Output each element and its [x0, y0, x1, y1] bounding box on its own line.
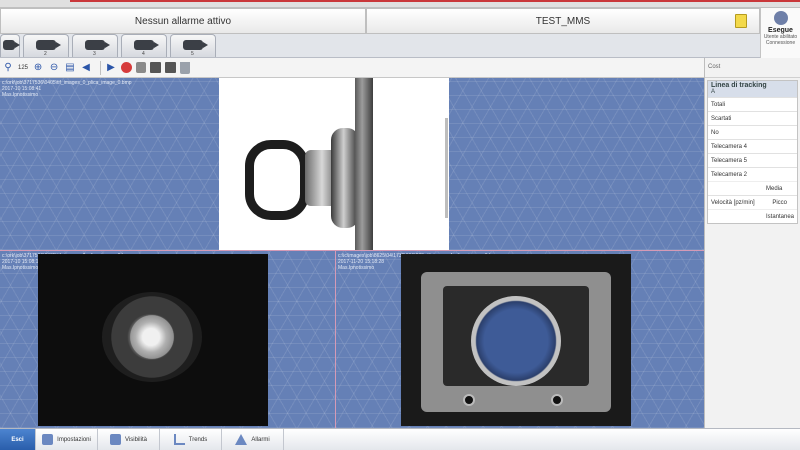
tab-camera-3[interactable]: 3	[72, 34, 118, 57]
camera-icon	[3, 40, 20, 50]
title-accent-line	[70, 0, 800, 2]
panel-header: Cost	[705, 58, 800, 78]
camera-icon	[36, 40, 61, 50]
speed-row: Istantanea	[708, 209, 797, 223]
stat-label: Scartati	[711, 116, 732, 122]
stat-row: No	[708, 125, 797, 139]
warning-icon	[235, 434, 248, 445]
tab-number: 2	[44, 51, 47, 57]
image-info: c:\ork\job\3717536\0405\tif_images_0_pli…	[2, 80, 132, 98]
stat-row: Telecamera 2	[708, 167, 797, 181]
toolbar-separator	[100, 60, 102, 75]
visibility-icon	[110, 434, 122, 445]
speed-label-row: Velocità [pz/min] Picco	[708, 195, 797, 209]
visibility-button[interactable]: Visibilità	[98, 429, 160, 450]
visibility-label: Visibilità	[125, 436, 147, 443]
exit-label: Esci	[11, 436, 24, 443]
camera-tabs: 2 3 4 5	[0, 34, 760, 58]
stat-row: Telecamera 4	[708, 139, 797, 153]
alarm-status: Nessun allarme attivo	[0, 8, 366, 34]
stat-label: No	[711, 130, 719, 136]
stat-label: Totali	[711, 102, 726, 108]
stat-row: Totali	[708, 97, 797, 111]
camera-icon	[134, 40, 159, 50]
tab-camera-5[interactable]: 5	[170, 34, 216, 57]
stop-icon[interactable]	[121, 62, 133, 73]
user-panel[interactable]: Esegue Utente abilitato Connessione	[760, 8, 800, 58]
tab-number: 5	[191, 51, 194, 57]
camera-icon	[183, 40, 208, 50]
stat-row: Scartati	[708, 111, 797, 125]
lens-shape	[471, 296, 561, 386]
tab-camera-2[interactable]: 2	[23, 34, 69, 57]
card-subtitle: A	[711, 89, 716, 95]
speed-row: Media	[708, 181, 797, 195]
tab-camera-1[interactable]	[0, 34, 20, 57]
edge-shape	[445, 118, 448, 218]
exit-button[interactable]: Esci	[0, 429, 36, 450]
camera-view-bottom-right[interactable]: c:\ic\images\job\8625\04\1730\966\200_ti…	[335, 250, 704, 428]
bottom-nav: Esci Impostazioni Visibilità Trends Alla…	[0, 428, 800, 450]
inspection-image	[219, 78, 449, 250]
stat-row: Telecamera 5	[708, 153, 797, 167]
tracking-card: Linea di tracking A Totali Scartati No T…	[707, 80, 798, 224]
bolt-shape	[551, 394, 563, 406]
settings-icon	[42, 434, 54, 445]
stat-label: Telecamera 5	[711, 158, 748, 164]
statistics-panel: Cost Linea di tracking A Totali Scartati…	[704, 58, 800, 428]
project-name: TEST_MMS	[535, 15, 591, 27]
speed-label: Velocità [pz/min]	[711, 200, 755, 206]
alarms-button[interactable]: Allarmi	[222, 429, 284, 450]
save-image-icon[interactable]	[150, 62, 162, 73]
zoom-fit-icon[interactable]: ⚲	[2, 62, 14, 74]
project-status: TEST_MMS	[366, 8, 760, 34]
zoom-out-icon[interactable]: ⊖	[48, 62, 60, 74]
user-role: Utente abilitato Connessione	[763, 34, 798, 46]
zoom-in-icon[interactable]: ⊕	[32, 62, 44, 74]
inspection-image	[38, 254, 268, 426]
tab-number: 4	[142, 51, 145, 57]
disk-highlight	[126, 314, 176, 360]
folder-icon[interactable]	[735, 14, 747, 28]
previous-icon[interactable]: ◀	[80, 62, 92, 74]
zoom-level[interactable]: 125	[18, 62, 28, 74]
bolt-shape	[463, 394, 475, 406]
status-header: Nessun allarme attivo TEST_MMS	[0, 8, 760, 34]
chart-icon	[173, 434, 185, 445]
image-toolbar: ⚲ 125 ⊕ ⊖ ▤ ◀ ▶	[0, 58, 704, 78]
export-icon[interactable]	[165, 62, 177, 73]
camera-view-top[interactable]: c:\ork\job\3717536\0405\tif_images_0_pli…	[0, 78, 704, 250]
play-icon[interactable]: ▶	[105, 62, 117, 74]
camera-view-bottom-left[interactable]: c:\ork\job\3717536\0405\tif_images_0_pli…	[0, 250, 335, 428]
user-name: Esegue	[768, 27, 793, 34]
trends-label: Trends	[188, 436, 208, 443]
app-window: Nessun allarme attivo TEST_MMS Esegue Ut…	[0, 0, 800, 450]
camera-views: c:\ork\job\3717536\0405\tif_images_0_pli…	[0, 78, 704, 428]
trends-button[interactable]: Trends	[160, 429, 222, 450]
rod-shape	[355, 78, 373, 250]
inspection-image	[401, 254, 631, 426]
tab-number: 3	[93, 51, 96, 57]
alarms-label: Allarmi	[251, 436, 270, 443]
trash-icon[interactable]	[180, 61, 191, 74]
card-title: Linea di tracking A	[708, 81, 797, 97]
camera-icon	[85, 40, 110, 50]
speed-peak: Picco	[772, 200, 787, 206]
card-title-text: Linea di tracking	[711, 82, 767, 89]
fit-width-icon[interactable]: ▤	[64, 62, 76, 74]
stat-label: Telecamera 2	[711, 172, 748, 178]
settings-button[interactable]: Impostazioni	[36, 429, 98, 450]
tab-camera-4[interactable]: 4	[121, 34, 167, 57]
lock-icon[interactable]	[136, 62, 147, 73]
settings-label: Impostazioni	[57, 436, 91, 443]
user-icon	[773, 11, 788, 25]
stat-label: Telecamera 4	[711, 144, 748, 150]
ring-shape	[245, 140, 309, 220]
window-title-bar	[0, 0, 800, 8]
image-status: Mas.Ipnotissimo	[2, 92, 39, 98]
